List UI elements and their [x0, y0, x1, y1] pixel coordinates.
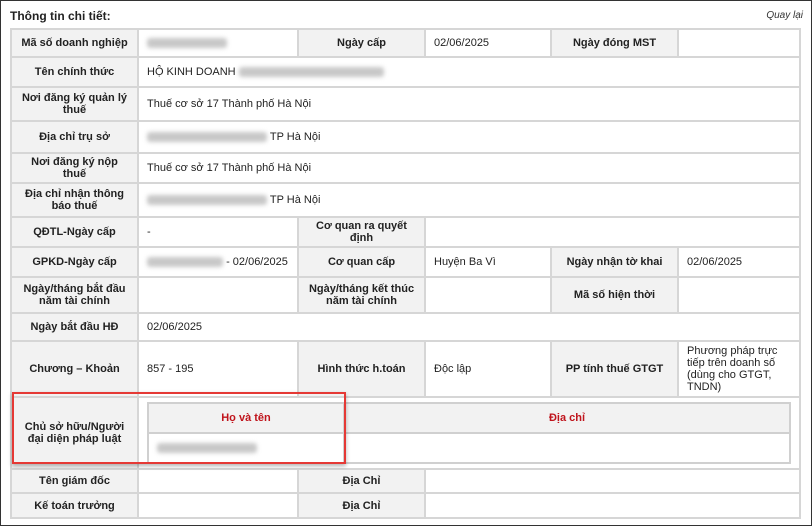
label-ma-so-hien-thoi: Mã số hiện thời	[550, 276, 679, 314]
value-dia-chi-tru-so: TP Hà Nội	[137, 120, 801, 154]
value-hinh-thuc: Độc lập	[424, 340, 552, 398]
redacted-text	[157, 443, 257, 454]
label-qdtl: QĐTL-Ngày cấp	[10, 216, 139, 248]
owner-cell: Họ và tên Địa chỉ	[137, 396, 801, 470]
owner-table: Họ và tên Địa chỉ	[147, 402, 791, 464]
label-dia-chi-tru-so: Địa chỉ trụ sở	[10, 120, 139, 154]
label-ngay-cap: Ngày cấp	[297, 28, 426, 58]
detail-panel: Thông tin chi tiết: Quay lại Mã số doanh…	[0, 0, 812, 526]
label-gpkd: GPKD-Ngày cấp	[10, 246, 139, 278]
page-title: Thông tin chi tiết:	[10, 9, 111, 23]
header-ho-ten: Họ và tên	[147, 402, 345, 434]
value-qdtl: -	[137, 216, 299, 248]
gpkd-date: - 02/06/2025	[226, 256, 288, 268]
value-ngay-bd-hd: 02/06/2025	[137, 312, 801, 342]
label-noi-dk-ql: Nơi đăng ký quản lý thuế	[10, 86, 139, 122]
label-dia-chi-kt: Địa Chỉ	[297, 492, 426, 519]
detail-table: Mã số doanh nghiệp Ngày cấp 02/06/2025 N…	[10, 28, 801, 519]
header-dia-chi: Địa chỉ	[343, 402, 791, 434]
label-chuong: Chương – Khoản	[10, 340, 139, 398]
label-ke-toan: Kế toán trưởng	[10, 492, 139, 519]
value-gpkd: - 02/06/2025	[137, 246, 299, 278]
value-noi-dk-nop: Thuế cơ sở 17 Thành phố Hà Nội	[137, 152, 801, 184]
owner-address	[343, 432, 791, 464]
value-noi-dk-ql: Thuế cơ sở 17 Thành phố Hà Nội	[137, 86, 801, 122]
label-ket-thuc-tc: Ngày/tháng kết thúc năm tài chính	[297, 276, 426, 314]
label-chu-so-huu: Chủ sở hữu/Người đại diện pháp luật	[10, 396, 139, 470]
value-chuong: 857 - 195	[137, 340, 299, 398]
label-giam-doc: Tên giám đốc	[10, 468, 139, 494]
value-ngay-cap: 02/06/2025	[424, 28, 552, 58]
label-ten: Tên chính thức	[10, 56, 139, 88]
label-ngay-dong-mst: Ngày đóng MST	[550, 28, 679, 58]
value-ngay-dong-mst	[677, 28, 801, 58]
value-dia-chi-gd	[424, 468, 801, 494]
label-pp: PP tính thuế GTGT	[550, 340, 679, 398]
label-ngay-bd-hd: Ngày bắt đầu HĐ	[10, 312, 139, 342]
redacted-text	[147, 38, 227, 49]
label-hinh-thuc: Hình thức h.toán	[297, 340, 426, 398]
redacted-text	[238, 67, 384, 78]
value-ngay-nhan: 02/06/2025	[677, 246, 801, 278]
value-ke-toan	[137, 492, 299, 519]
label-co-quan-qd: Cơ quan ra quyết định	[297, 216, 426, 248]
label-dia-chi-gd: Địa Chỉ	[297, 468, 426, 494]
value-dia-chi-tb: TP Hà Nội	[137, 182, 801, 218]
value-mst	[137, 28, 299, 58]
value-giam-doc	[137, 468, 299, 494]
back-link[interactable]: Quay lại	[766, 10, 803, 21]
redacted-text	[147, 257, 223, 268]
value-ten: HỘ KINH DOANH	[137, 56, 801, 88]
value-co-quan-cap: Huyện Ba Vì	[424, 246, 552, 278]
value-bat-dau-tc	[137, 276, 299, 314]
dia-chi-tb-suffix: TP Hà Nội	[269, 194, 321, 206]
value-ma-so-hien-thoi	[677, 276, 801, 314]
label-co-quan-cap: Cơ quan cấp	[297, 246, 426, 278]
redacted-text	[147, 195, 267, 206]
value-ket-thuc-tc	[424, 276, 552, 314]
value-co-quan-qd	[424, 216, 801, 248]
dia-chi-suffix: TP Hà Nội	[269, 131, 321, 143]
label-dia-chi-tb: Địa chỉ nhận thông báo thuế	[10, 182, 139, 218]
label-ngay-nhan: Ngày nhận tờ khai	[550, 246, 679, 278]
value-pp: Phương pháp trực tiếp trên doanh số (dùn…	[677, 340, 801, 398]
redacted-text	[147, 132, 267, 143]
ten-prefix: HỘ KINH DOANH	[147, 66, 236, 78]
label-bat-dau-tc: Ngày/tháng bắt đầu năm tài chính	[10, 276, 139, 314]
value-dia-chi-kt	[424, 492, 801, 519]
label-noi-dk-nop: Nơi đăng ký nộp thuế	[10, 152, 139, 184]
label-mst: Mã số doanh nghiệp	[10, 28, 139, 58]
owner-name	[147, 432, 345, 464]
